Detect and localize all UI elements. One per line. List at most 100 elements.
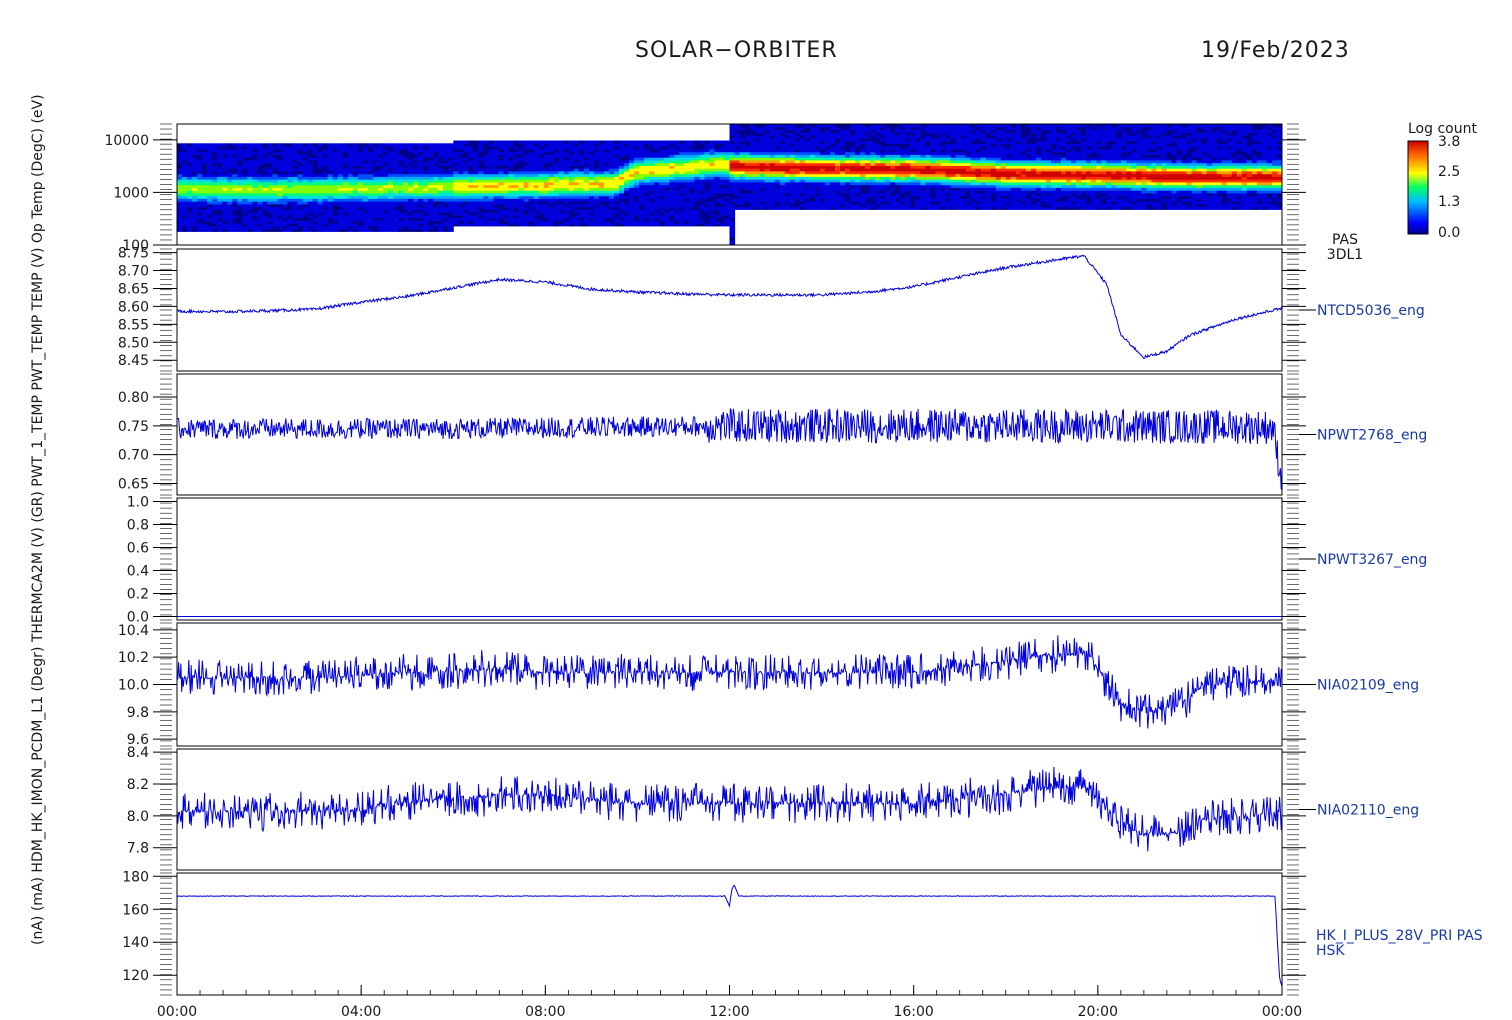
spectrogram-cell — [357, 143, 364, 147]
spectrogram-cell — [438, 143, 444, 147]
spectrogram-cell — [463, 140, 469, 144]
spectrogram-cell — [282, 143, 289, 147]
spectrogram-cell — [187, 143, 193, 147]
spectrogram-cell — [533, 140, 540, 144]
spectrogram-cell — [488, 140, 494, 144]
spectrogram-cell — [614, 140, 620, 144]
spectrogram-cell — [609, 140, 615, 144]
spectrogram-cell — [252, 143, 258, 147]
spectrogram-cell — [212, 143, 218, 147]
spectrogram-cell — [538, 140, 545, 144]
spectrogram-cell — [593, 140, 600, 144]
spectrogram-cell — [473, 140, 479, 144]
spectrogram-cell — [634, 140, 640, 144]
spectrogram — [177, 124, 1282, 245]
spectrogram-cell — [563, 140, 570, 144]
spectrogram-cell — [629, 140, 635, 144]
spectrogram-cell — [202, 143, 208, 147]
spectrogram-cell — [287, 143, 294, 147]
spectrogram-cell — [568, 140, 575, 144]
spectrogram-cell — [644, 140, 650, 144]
spectrogram-cell — [704, 140, 710, 144]
spectrogram-cell — [232, 143, 238, 147]
spectrogram-cell — [377, 143, 384, 147]
spectrogram-cell — [217, 143, 223, 147]
spectrogram-cell — [292, 143, 299, 147]
spectrogram-cell — [302, 143, 309, 147]
spectrogram-cell — [649, 140, 655, 144]
spectrogram-cell — [317, 143, 324, 147]
spectrogram-cell — [508, 140, 515, 144]
spectrogram-cell — [403, 143, 409, 147]
spectrogram-cell — [578, 140, 585, 144]
spectrogram-cell — [262, 143, 268, 147]
spectrogram-cell — [347, 143, 354, 147]
spectrogram-cell — [398, 143, 404, 147]
spectrogram-cell — [558, 140, 565, 144]
spectrogram-cell — [408, 143, 414, 147]
spectrogram-cell — [182, 143, 188, 147]
spectrogram-cell — [372, 143, 379, 147]
spectrogram-cell — [548, 140, 555, 144]
spectrogram-cell — [418, 143, 424, 147]
data-layer — [176, 124, 1283, 987]
spectrogram-cell — [177, 143, 183, 147]
spectrogram-cell — [518, 140, 525, 144]
spectrogram-cell — [694, 140, 700, 144]
spectrogram-cell — [719, 140, 726, 144]
spectrogram-cell — [654, 140, 660, 144]
spectrogram-cell — [679, 140, 685, 144]
spectrogram-cell — [624, 140, 630, 144]
spectrogram-cell — [242, 143, 248, 147]
spectrogram-cell — [393, 143, 399, 147]
spectrogram-cell — [197, 143, 203, 147]
spectrogram-cell — [528, 140, 535, 144]
spectrogram-cell — [453, 140, 459, 144]
spectrogram-cell — [478, 140, 484, 144]
spectrogram-cell — [448, 143, 454, 147]
spectrogram-cell — [669, 140, 675, 144]
spectrogram-cell — [247, 143, 253, 147]
spectrogram-cell — [237, 143, 243, 147]
spectrogram-cell — [192, 143, 198, 147]
spectrogram-cell — [257, 143, 263, 147]
spectrogram-cell — [342, 143, 349, 147]
spectrogram-cell — [498, 140, 505, 144]
spectrogram-cell — [382, 143, 389, 147]
spectrogram-cell — [689, 140, 695, 144]
spectrogram-cell — [543, 140, 550, 144]
spectrogram-cell — [553, 140, 560, 144]
spectrogram-cell — [433, 143, 439, 147]
spectrogram-cell — [664, 140, 670, 144]
spectrogram-cell — [267, 143, 273, 147]
spectrogram-cell — [423, 143, 429, 147]
spectrogram-cell — [458, 140, 464, 144]
spectrogram-cell — [327, 143, 334, 147]
spectrogram-cell — [362, 143, 369, 147]
spectrogram-cell — [659, 140, 665, 144]
spectrogram-cell — [367, 143, 374, 147]
spectrogram-cell — [588, 140, 595, 144]
spectrogram-cell — [483, 140, 489, 144]
spectrogram-cell — [352, 143, 359, 147]
spectrogram-cell — [493, 140, 499, 144]
spectrogram-cell — [332, 143, 339, 147]
spectrogram-cell — [724, 140, 731, 144]
spectrogram-cell — [337, 143, 344, 147]
spectrogram-cell — [603, 140, 610, 144]
spectrogram-cell — [277, 143, 284, 147]
spectrogram-cell — [583, 140, 590, 144]
spectrogram-cell — [297, 143, 304, 147]
spectrogram-cell — [443, 143, 449, 147]
spectrogram-cell — [714, 140, 720, 144]
spectrogram-cell — [222, 143, 228, 147]
spectrogram-cell — [272, 143, 278, 147]
spectrogram-cell — [413, 143, 419, 147]
spectrogram-cell — [674, 140, 680, 144]
spectrogram-cell — [227, 143, 233, 147]
spectrogram-cell — [619, 140, 625, 144]
spectrogram-cell — [709, 140, 715, 144]
spectrogram-cell — [468, 140, 474, 144]
spectrogram-cell — [322, 143, 329, 147]
spectrogram-cell — [388, 143, 394, 147]
